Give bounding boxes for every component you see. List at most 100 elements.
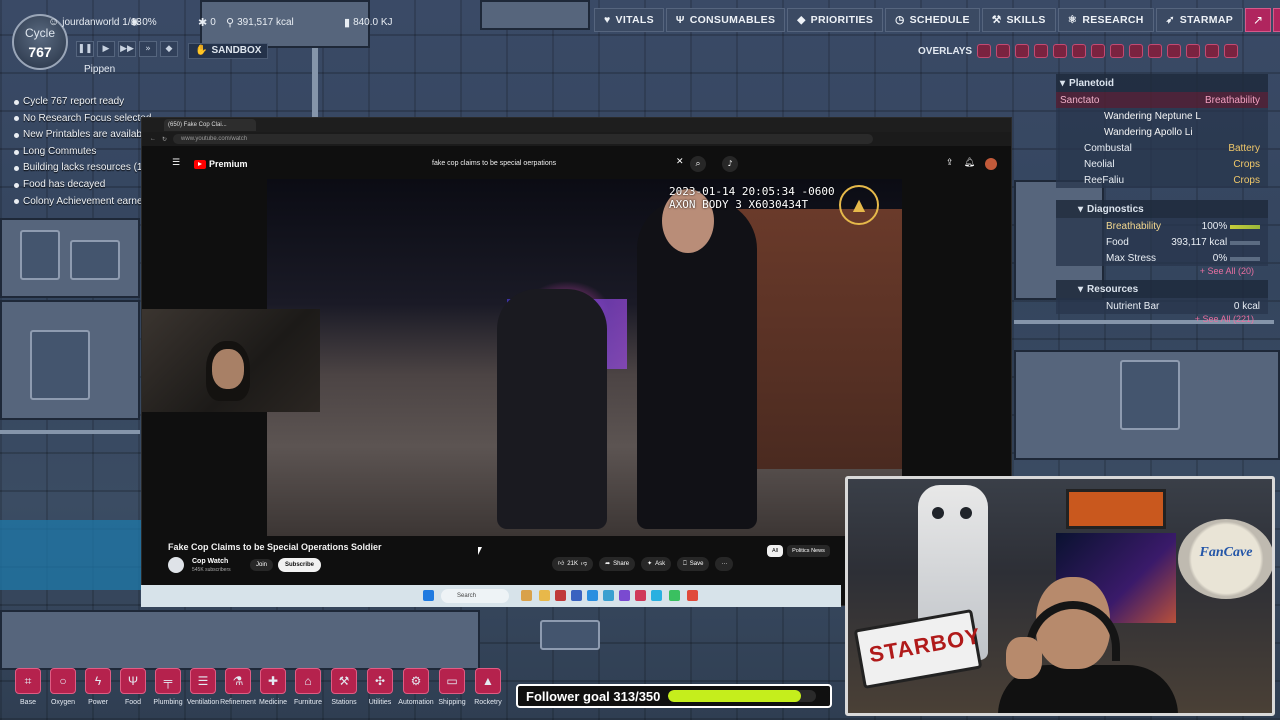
diagnostic-row[interactable]: Food 393,117 kcal [1056,234,1268,250]
skills-button[interactable]: ⚒ SKILLS [981,8,1056,32]
stress-stat[interactable]: ✺ 0% [130,16,157,29]
app-icon[interactable] [571,590,582,601]
automation-overlay-icon[interactable] [1186,44,1201,58]
ventilation-overlay-icon[interactable] [1091,44,1106,58]
reload-icon[interactable]: ↻ [162,136,167,143]
youtube-logo[interactable]: Premium [194,159,248,169]
more-actions-button[interactable]: ··· [715,557,734,571]
app-icon[interactable] [669,590,680,601]
menu-icon[interactable]: ☰ [172,158,180,168]
pause-button[interactable]: ❚❚ [76,41,94,57]
search-input[interactable]: fake cop claims to be special oerpations [428,157,688,171]
build-category-plumbing[interactable]: ╤ Plumbing [150,668,186,706]
planetoid-row[interactable]: Sanctato Breathability [1056,92,1268,108]
planetoid-row[interactable]: Wandering Neptune L [1056,108,1268,124]
build-category-ventilation[interactable]: ☰ Ventilation [185,668,221,706]
power-stat[interactable]: ▮ 840.0 KJ [344,16,393,29]
share-button[interactable]: ➦ Share [599,557,636,571]
build-category-refinement[interactable]: ⚗ Refinement [220,668,256,706]
join-button[interactable]: Join [250,559,274,571]
address-bar[interactable]: www.youtube.com/watch [173,134,874,144]
consumables-button[interactable]: Ψ CONSUMABLES [665,8,786,32]
decor-overlay-icon[interactable] [1110,44,1125,58]
app-icon[interactable] [587,590,598,601]
speed-2-button[interactable]: ▶▶ [118,41,136,57]
light-overlay-icon[interactable] [1053,44,1068,58]
dupe-name[interactable]: Pippen [84,64,115,75]
mic-icon[interactable]: ♪ [722,156,738,172]
channel-name[interactable]: Cop Watch [192,558,228,565]
taskbar-search[interactable]: Search [441,589,509,603]
plumbing-overlay-icon[interactable] [1072,44,1087,58]
conveyor-overlay-icon[interactable] [1205,44,1220,58]
red-alert-button[interactable]: ◆ [160,41,178,57]
save-button[interactable]: ⎕ Save [677,557,710,571]
build-category-food[interactable]: Ψ Food [115,668,151,706]
chrome-icon[interactable] [687,590,698,601]
planetoid-row[interactable]: Neolial Crops [1056,156,1268,172]
app-icon[interactable] [603,590,614,601]
build-category-automation[interactable]: ⚙ Automation [398,668,434,706]
diagnostic-row[interactable]: Max Stress 0% [1056,250,1268,266]
clear-search-icon[interactable]: ✕ [676,157,684,167]
vitals-button[interactable]: ♥ VITALS [594,8,664,32]
report-button[interactable]: ↗ [1245,8,1272,32]
subscribe-button[interactable]: Subscribe [278,558,322,572]
speed-1-button[interactable]: ▶ [97,41,115,57]
power-overlay-icon[interactable] [996,44,1011,58]
like-button[interactable]: 👍︎ 21K 👎︎ [552,557,594,571]
duplicant-count[interactable]: ☺ jourdanworld 1/13 [48,16,142,28]
resource-row[interactable]: Nutrient Bar 0 kcal [1056,298,1268,314]
resources-header[interactable]: ▾ Resources [1056,280,1268,298]
codex-button[interactable]: ▤ [1273,8,1280,32]
radiation-overlay-icon[interactable] [1224,44,1239,58]
planetoid-row[interactable]: Wandering Apollo Li [1056,124,1268,140]
materials-overlay-icon[interactable] [1034,44,1049,58]
edge-icon[interactable] [651,590,662,601]
planetoid-header[interactable]: ▾ Planetoid [1056,74,1268,92]
browser-tab[interactable]: (650) Fake Cop Clai... [164,119,256,131]
germ-overlay-icon[interactable] [1129,44,1144,58]
build-category-medicine[interactable]: ✚ Medicine [255,668,291,706]
diagnostics-header[interactable]: ▾ Diagnostics [1056,200,1268,218]
temperature-overlay-icon[interactable] [1015,44,1030,58]
app-icon[interactable] [619,590,630,601]
chip-all[interactable]: All [767,545,784,557]
build-category-furniture[interactable]: ⌂ Furniture [290,668,326,706]
sick-stat[interactable]: ✱ 0 [198,16,216,29]
ask-button[interactable]: ✦ Ask [641,557,672,571]
planetoid-row[interactable]: Combustal Battery [1056,140,1268,156]
back-icon[interactable]: ← [150,136,156,142]
planetoid-row[interactable]: ReeFaliu Crops [1056,172,1268,188]
research-button[interactable]: ⚛ RESEARCH [1057,8,1154,32]
upload-icon[interactable]: ⇪ [946,158,954,170]
bell-icon[interactable]: 🔔︎ [964,158,975,170]
schedule-button[interactable]: ◷ SCHEDULE [885,8,980,32]
build-category-shipping[interactable]: ▭ Shipping [434,668,470,706]
build-category-power[interactable]: ϟ Power [80,668,116,706]
see-all-resources-link[interactable]: + See All (221) [1056,314,1268,328]
speed-3-button[interactable]: » [139,41,157,57]
build-category-utilities[interactable]: ✣ Utilities [362,668,398,706]
notification-item[interactable]: Cycle 767 report ready [14,94,164,111]
build-category-rocketry[interactable]: ▲ Rocketry [470,668,506,706]
diagnostic-row[interactable]: Breathability 100% [1056,218,1268,234]
sandbox-button[interactable]: ✋ SANDBOX [188,43,269,59]
search-icon[interactable]: ⌕ [690,156,706,172]
chip-politics-news[interactable]: Politics News [787,545,830,557]
folder-icon[interactable] [539,590,550,601]
priorities-button[interactable]: ◆ PRIORITIES [787,8,884,32]
avatar[interactable] [985,158,997,170]
oxygen-overlay-icon[interactable] [977,44,992,58]
starmap-button[interactable]: ➶ STARMAP [1155,8,1244,32]
app-icon[interactable] [635,590,646,601]
app-icon[interactable] [521,590,532,601]
build-category-oxygen[interactable]: ○ Oxygen [45,668,81,706]
video-player[interactable]: 2023-01-14 20:05:34 -0600 AXON BODY 3 X6… [267,179,902,536]
build-category-base[interactable]: ⌗ Base [10,668,46,706]
rooms-overlay-icon[interactable] [1167,44,1182,58]
thumbs-down-icon[interactable]: 👎︎ [581,557,587,571]
app-icon[interactable] [555,590,566,601]
farming-overlay-icon[interactable] [1148,44,1163,58]
build-category-stations[interactable]: ⚒ Stations [326,668,362,706]
